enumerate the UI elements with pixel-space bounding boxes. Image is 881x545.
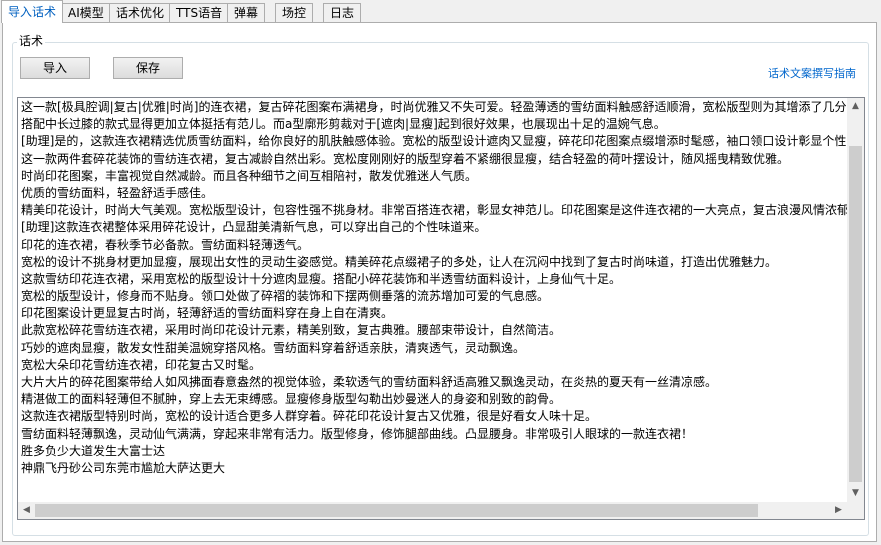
script-line: 精湛做工的面料轻薄但不腻肿，穿上去无束缚感。显瘦修身版型勾勒出妙曼迷人的身姿和别… [21,392,562,407]
script-line: 这一款两件套碎花装饰的雪纺连衣裙，复古减龄自然出彩。宽松度刚刚好的版型穿着不紧绷… [21,151,790,166]
script-line: 巧妙的遮肉显瘦，散发女性甜美温婉穿搭风格。雪纺面料穿着舒适亲肤，清爽透气，灵动飘… [21,340,526,355]
script-line: 时尚印花图案，丰富视觉自然减龄。而且各种细节之间互相陪衬，散发优雅迷人气质。 [21,168,478,183]
horizontal-scroll-thumb[interactable] [35,504,758,517]
scroll-right-icon[interactable]: ▶ [830,502,847,519]
scroll-down-icon[interactable]: ▼ [847,485,864,502]
vertical-scroll-thumb[interactable] [849,146,862,482]
script-line: 这款雪纺印花连衣裙，采用宽松的版型设计十分遮肉显瘦。搭配小碎花装饰和半透雪纺面料… [21,271,622,286]
script-text-content: 这一款[极具腔调|复古|优雅|时尚]的连衣裙，复古碎花图案布满裙身，时尚优雅又不… [21,99,847,502]
scrollbar-corner [847,502,864,519]
script-line: 宽松的设计不挑身材更加显瘦，展现出女性的灵动生姿感觉。精美碎花点缀裙子的多处，让… [21,254,778,269]
tab-ai-model[interactable]: AI模型 [61,3,111,22]
tab-log[interactable]: 日志 [323,3,362,22]
script-line: 这款连衣裙版型特别时尚，宽松的设计适合更多人群穿着。碎花印花设计复古又优雅，很是… [21,409,598,424]
script-line: [助理]这款连衣裙整体采用碎花设计，凸显甜美清新气息，可以穿出自己的个性味道来。 [21,220,487,235]
script-line: 宽松的版型设计，修身而不贴身。领口处做了碎褶的装饰和下摆两侧垂落的流苏增加可爱的… [21,289,550,304]
script-line: 这一款[极具腔调|复古|优雅|时尚]的连衣裙，复古碎花图案布满裙身，时尚优雅又不… [21,100,847,114]
tab-tts-voice[interactable]: TTS语音 [169,3,230,22]
import-button[interactable]: 导入 [20,57,90,79]
script-line: 此款宽松碎花雪纺连衣裙，采用时尚印花设计元素，精美别致，复古典雅。腰部束带设计，… [21,323,562,338]
horizontal-scrollbar[interactable]: ◀ ▶ [18,502,847,519]
tab-script-optimize[interactable]: 话术优化 [109,3,172,22]
tab-danmaku[interactable]: 弹幕 [227,3,266,22]
script-line: 精美印花设计，时尚大气美观。宽松版型设计，包容性强不挑身材。非常百搭连衣裙，彰显… [21,203,847,218]
scroll-up-icon[interactable]: ▲ [847,98,864,115]
group-title: 话术 [17,34,46,48]
script-line: 神鼎飞丹砂公司东莞市尴尬大萨达更大 [21,460,226,475]
script-line: 宽松大朵印花雪纺连衣裙，印花复古又时髦。 [21,357,262,372]
script-line: 胜多负少大道发生大富士达 [21,443,166,458]
script-guide-link[interactable]: 话术文案撰写指南 [768,65,856,81]
script-line: 印花图案设计更显复古时尚，轻薄舒适的雪纺面料穿在身上自在清爽。 [21,306,394,321]
script-line: 雪纺面料轻薄飘逸，灵动仙气满满，穿起来非常有活力。版型修身，修饰腿部曲线。凸显腰… [21,426,694,441]
save-button[interactable]: 保存 [113,57,183,79]
tab-field-control[interactable]: 场控 [275,3,314,22]
script-line: 大片大片的碎花图案带给人如风拂面春意盎然的视觉体验，柔软透气的雪纺面料舒适高雅又… [21,375,718,389]
tab-panel: 话术 导入 保存 话术文案撰写指南 这一款[极具腔调|复古|优雅|时尚]的连衣裙… [2,22,877,542]
script-line: [助理]是的，这款连衣裙精选优质雪纺面料，给你良好的肌肤触感体验。宽松的版型设计… [21,134,847,149]
script-line: 印花的连衣裙，春秋季节必备款。雪纺面料轻薄透气。 [21,237,310,252]
vertical-scrollbar[interactable]: ▲ ▼ [847,98,864,502]
tab-import-script[interactable]: 导入话术 [1,0,64,23]
scroll-left-icon[interactable]: ◀ [18,502,35,519]
script-textarea[interactable]: 这一款[极具腔调|复古|优雅|时尚]的连衣裙，复古碎花图案布满裙身，时尚优雅又不… [17,97,865,520]
script-line: 搭配中长过膝的款式显得更加立体挺括有范儿。而a型廓形剪裁对于[遮肉|显瘦]起到很… [21,117,666,132]
script-line: 优质的雪纺面料，轻盈舒适手感佳。 [21,185,214,200]
tab-bar: 导入话术 AI模型 话术优化 TTS语音 弹幕 场控 日志 [0,0,881,24]
